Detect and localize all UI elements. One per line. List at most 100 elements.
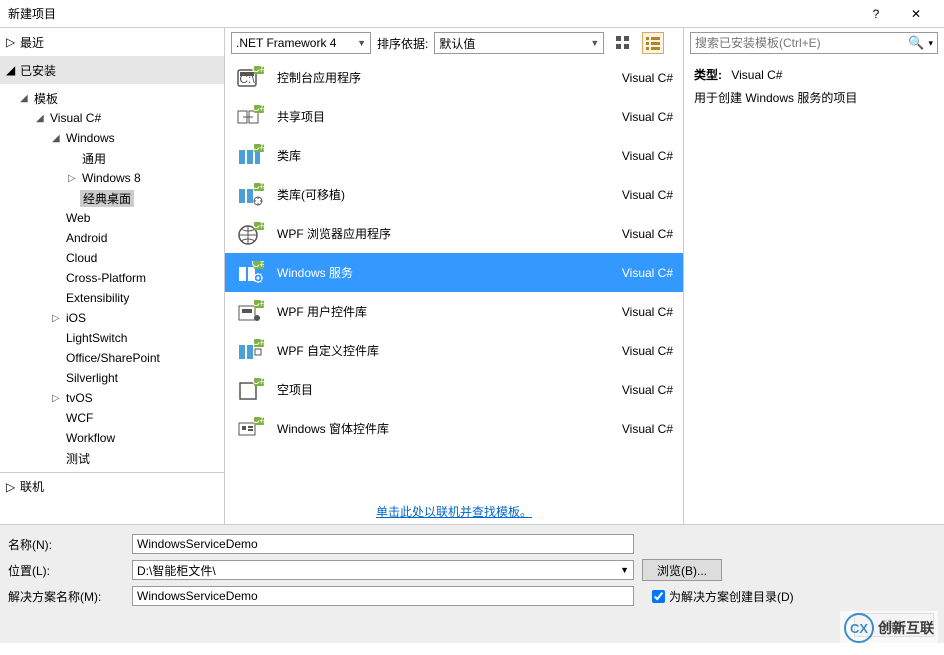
template-name: 共享项目: [277, 108, 603, 125]
watermark: CX 创新互联: [840, 611, 938, 645]
template-icon: C#: [235, 221, 265, 247]
tree-ios[interactable]: ▷iOS: [0, 308, 224, 328]
tree-windows8[interactable]: ▷Windows 8: [0, 168, 224, 188]
list-icon: [646, 36, 660, 50]
template-row[interactable]: C# 类库(可移植)Visual C#: [225, 175, 683, 214]
tree-cloud[interactable]: Cloud: [0, 248, 224, 268]
create-directory-check-input[interactable]: [652, 590, 665, 603]
search-input-container: 🔍 ▾: [690, 32, 938, 54]
template-row[interactable]: C# Windows 窗体控件库Visual C#: [225, 409, 683, 448]
location-combo[interactable]: D:\智能柜文件\ ▼: [132, 560, 634, 580]
svg-text:C#: C#: [251, 300, 264, 309]
chevron-right-icon: ▷: [52, 393, 64, 404]
location-label: 位置(L):: [8, 562, 132, 579]
bottom-panel: 名称(N): WindowsServiceDemo 位置(L): D:\智能柜文…: [0, 524, 944, 643]
view-small-icons-button[interactable]: [642, 32, 664, 54]
svg-text:C#: C#: [251, 105, 264, 114]
type-row: 类型: Visual C#: [694, 66, 934, 83]
template-icon: C#: [235, 338, 265, 364]
chevron-down-icon: ▼: [590, 38, 599, 48]
template-name: 控制台应用程序: [277, 69, 603, 86]
search-icon[interactable]: 🔍: [908, 35, 924, 51]
chevron-right-icon: ▷: [6, 35, 20, 49]
template-icon: C#: [235, 104, 265, 130]
titlebar: 新建项目 ? ✕: [0, 0, 944, 28]
template-row[interactable]: C#空项目Visual C#: [225, 370, 683, 409]
installed-tree: ◢模板 ◢Visual C# ◢Windows 通用 ▷Windows 8 经典…: [0, 84, 224, 472]
tree-lightswitch[interactable]: LightSwitch: [0, 328, 224, 348]
svg-text:C#: C#: [251, 183, 264, 192]
template-icon: C#: [235, 377, 265, 403]
tree-crossplatform[interactable]: Cross-Platform: [0, 268, 224, 288]
tree-windows[interactable]: ◢Windows: [0, 128, 224, 148]
template-icon: C#: [235, 260, 265, 286]
svg-text:C#: C#: [251, 339, 264, 348]
tree-classic-desktop[interactable]: 经典桌面: [0, 188, 224, 208]
search-input[interactable]: [695, 36, 908, 50]
template-icon: C#: [235, 416, 265, 442]
chevron-right-icon: ▷: [68, 173, 80, 184]
template-name: 空项目: [277, 381, 603, 398]
template-row[interactable]: C:\C#控制台应用程序Visual C#: [225, 58, 683, 97]
watermark-icon: CX: [844, 613, 874, 643]
template-lang: Visual C#: [603, 188, 673, 202]
name-row: 名称(N): WindowsServiceDemo: [8, 531, 936, 557]
template-row[interactable]: C#Windows 服务Visual C#: [225, 253, 683, 292]
chevron-down-icon: ▼: [620, 565, 629, 575]
svg-text:C#: C#: [251, 222, 264, 231]
window-title: 新建项目: [8, 5, 856, 22]
template-row[interactable]: C#共享项目Visual C#: [225, 97, 683, 136]
tree-extensibility[interactable]: Extensibility: [0, 288, 224, 308]
template-lang: Visual C#: [603, 149, 673, 163]
tree-templates[interactable]: ◢模板: [0, 88, 224, 108]
template-row[interactable]: C#类库Visual C#: [225, 136, 683, 175]
nav-installed[interactable]: ◢ 已安装: [0, 56, 224, 84]
close-button[interactable]: ✕: [896, 0, 936, 27]
sortby-combo[interactable]: 默认值 ▼: [434, 32, 604, 54]
name-input[interactable]: WindowsServiceDemo: [132, 534, 634, 554]
chevron-down-icon[interactable]: ▾: [928, 38, 933, 49]
tree-officesp[interactable]: Office/SharePoint: [0, 348, 224, 368]
tree-web[interactable]: Web: [0, 208, 224, 228]
template-name: 类库(可移植): [277, 186, 603, 203]
tree-test[interactable]: 测试: [0, 448, 224, 468]
template-lang: Visual C#: [603, 422, 673, 436]
template-name: WPF 用户控件库: [277, 303, 603, 320]
framework-combo[interactable]: .NET Framework 4 ▼: [231, 32, 371, 54]
description-text: 用于创建 Windows 服务的项目: [694, 89, 934, 106]
solution-row: 解决方案名称(M): WindowsServiceDemo 为解决方案创建目录(…: [8, 583, 936, 609]
template-icon: C:\C#: [235, 65, 265, 91]
tree-wcf[interactable]: WCF: [0, 408, 224, 428]
tree-visual-csharp[interactable]: ◢Visual C#: [0, 108, 224, 128]
center-footer: 单击此处以联机并查找模板。: [225, 498, 683, 524]
find-online-link[interactable]: 单击此处以联机并查找模板。: [376, 503, 532, 520]
tree-silverlight[interactable]: Silverlight: [0, 368, 224, 388]
svg-text:C#: C#: [251, 66, 264, 75]
search-wrap: 🔍 ▾: [684, 28, 944, 58]
nav-online[interactable]: ▷ 联机: [0, 472, 224, 500]
main-row: ▷ 最近 ◢ 已安装 ◢模板 ◢Visual C# ◢Windows 通用 ▷W…: [0, 28, 944, 524]
template-name: Windows 窗体控件库: [277, 420, 603, 437]
template-list[interactable]: C:\C#控制台应用程序Visual C#C#共享项目Visual C#C#类库…: [225, 58, 683, 498]
svg-text:C#: C#: [251, 378, 264, 387]
template-row[interactable]: C#WPF 自定义控件库Visual C#: [225, 331, 683, 370]
template-row[interactable]: C#WPF 浏览器应用程序Visual C#: [225, 214, 683, 253]
solution-input[interactable]: WindowsServiceDemo: [132, 586, 634, 606]
tree-common[interactable]: 通用: [0, 148, 224, 168]
tree-android[interactable]: Android: [0, 228, 224, 248]
help-button[interactable]: ?: [856, 0, 896, 27]
template-row[interactable]: C#WPF 用户控件库Visual C#: [225, 292, 683, 331]
name-label: 名称(N):: [8, 536, 132, 553]
view-medium-icons-button[interactable]: [612, 32, 634, 54]
center-header: .NET Framework 4 ▼ 排序依据: 默认值 ▼: [225, 28, 683, 58]
browse-button[interactable]: 浏览(B)...: [642, 559, 722, 581]
center-column: .NET Framework 4 ▼ 排序依据: 默认值 ▼ C:\C# 控制台应…: [225, 28, 684, 524]
nav-recent[interactable]: ▷ 最近: [0, 28, 224, 56]
tree-tvos[interactable]: ▷tvOS: [0, 388, 224, 408]
right-column: 🔍 ▾ 类型: Visual C# 用于创建 Windows 服务的项目: [684, 28, 944, 524]
chevron-down-icon: ◢: [20, 93, 32, 104]
tree-workflow[interactable]: Workflow: [0, 428, 224, 448]
create-directory-checkbox[interactable]: 为解决方案创建目录(D): [652, 588, 794, 605]
template-lang: Visual C#: [603, 344, 673, 358]
template-name: 类库: [277, 147, 603, 164]
